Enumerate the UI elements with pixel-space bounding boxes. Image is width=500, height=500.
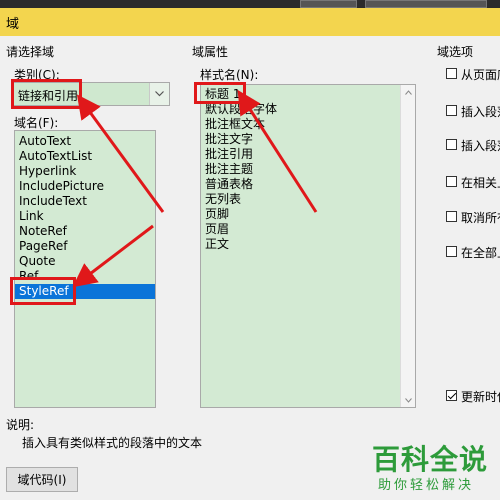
arrow-to-style (237, 89, 318, 213)
arrow-to-styleref (72, 224, 154, 288)
annotation-arrows (72, 89, 318, 288)
arrow-to-category (76, 94, 165, 213)
